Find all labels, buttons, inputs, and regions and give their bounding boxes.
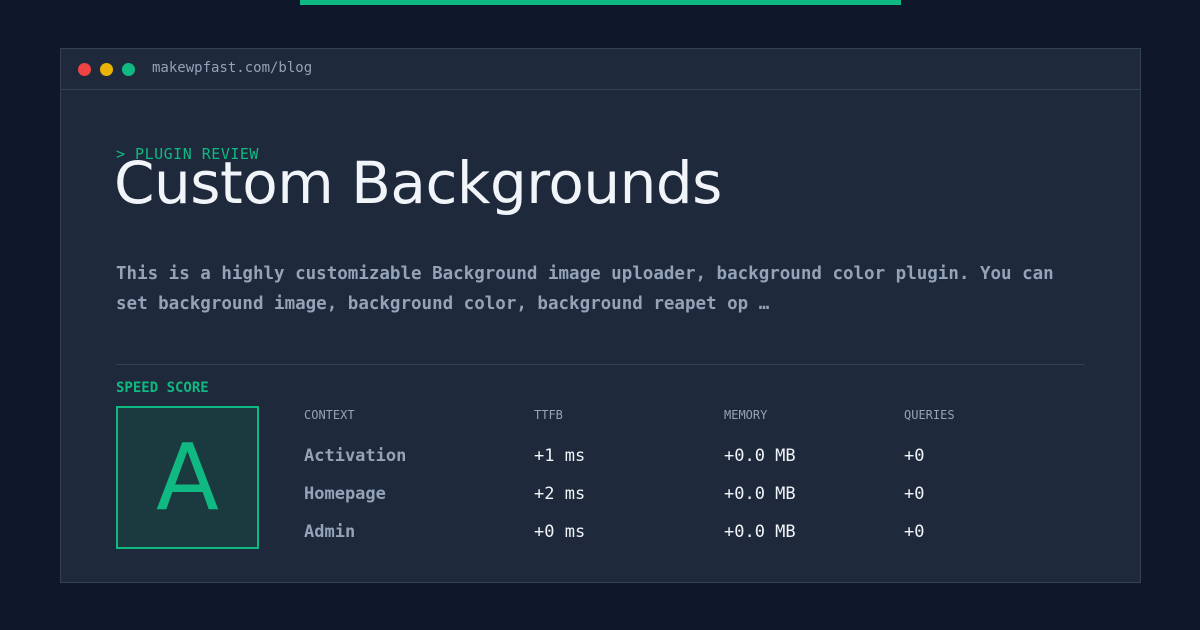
table-row-context: Activation: [304, 446, 407, 466]
close-dot-icon[interactable]: [78, 63, 91, 76]
window-titlebar: makewpfast.com/blog: [61, 49, 1140, 90]
table-row-context: Admin: [304, 522, 356, 542]
minimize-dot-icon[interactable]: [100, 63, 113, 76]
table-row-memory: +0.0 MB: [724, 446, 796, 466]
table-row-context: Homepage: [304, 484, 386, 504]
table-row-ttfb: +1 ms: [534, 446, 586, 466]
column-header-queries: QUERIES: [904, 408, 955, 422]
speed-score-label: SPEED SCORE: [116, 380, 209, 396]
grade-badge: A: [116, 406, 259, 549]
top-accent-bar: [300, 0, 901, 5]
table-row-queries: +0: [904, 522, 925, 542]
divider: [116, 364, 1085, 365]
browser-window: makewpfast.com/blog > PLUGIN REVIEW Cust…: [60, 48, 1141, 583]
table-row-ttfb: +2 ms: [534, 484, 586, 504]
table-row-queries: +0: [904, 484, 925, 504]
page-title: Custom Backgrounds: [114, 149, 722, 217]
address-url[interactable]: makewpfast.com/blog: [152, 58, 312, 78]
column-header-ttfb: TTFB: [534, 408, 563, 422]
column-header-context: CONTEXT: [304, 408, 355, 422]
maximize-dot-icon[interactable]: [122, 63, 135, 76]
grade-letter: A: [156, 424, 219, 531]
table-row-memory: +0.0 MB: [724, 522, 796, 542]
plugin-description: This is a highly customizable Background…: [116, 264, 1054, 314]
table-row-ttfb: +0 ms: [534, 522, 586, 542]
column-header-memory: MEMORY: [724, 408, 768, 422]
table-row-memory: +0.0 MB: [724, 484, 796, 504]
table-row-queries: +0: [904, 446, 925, 466]
